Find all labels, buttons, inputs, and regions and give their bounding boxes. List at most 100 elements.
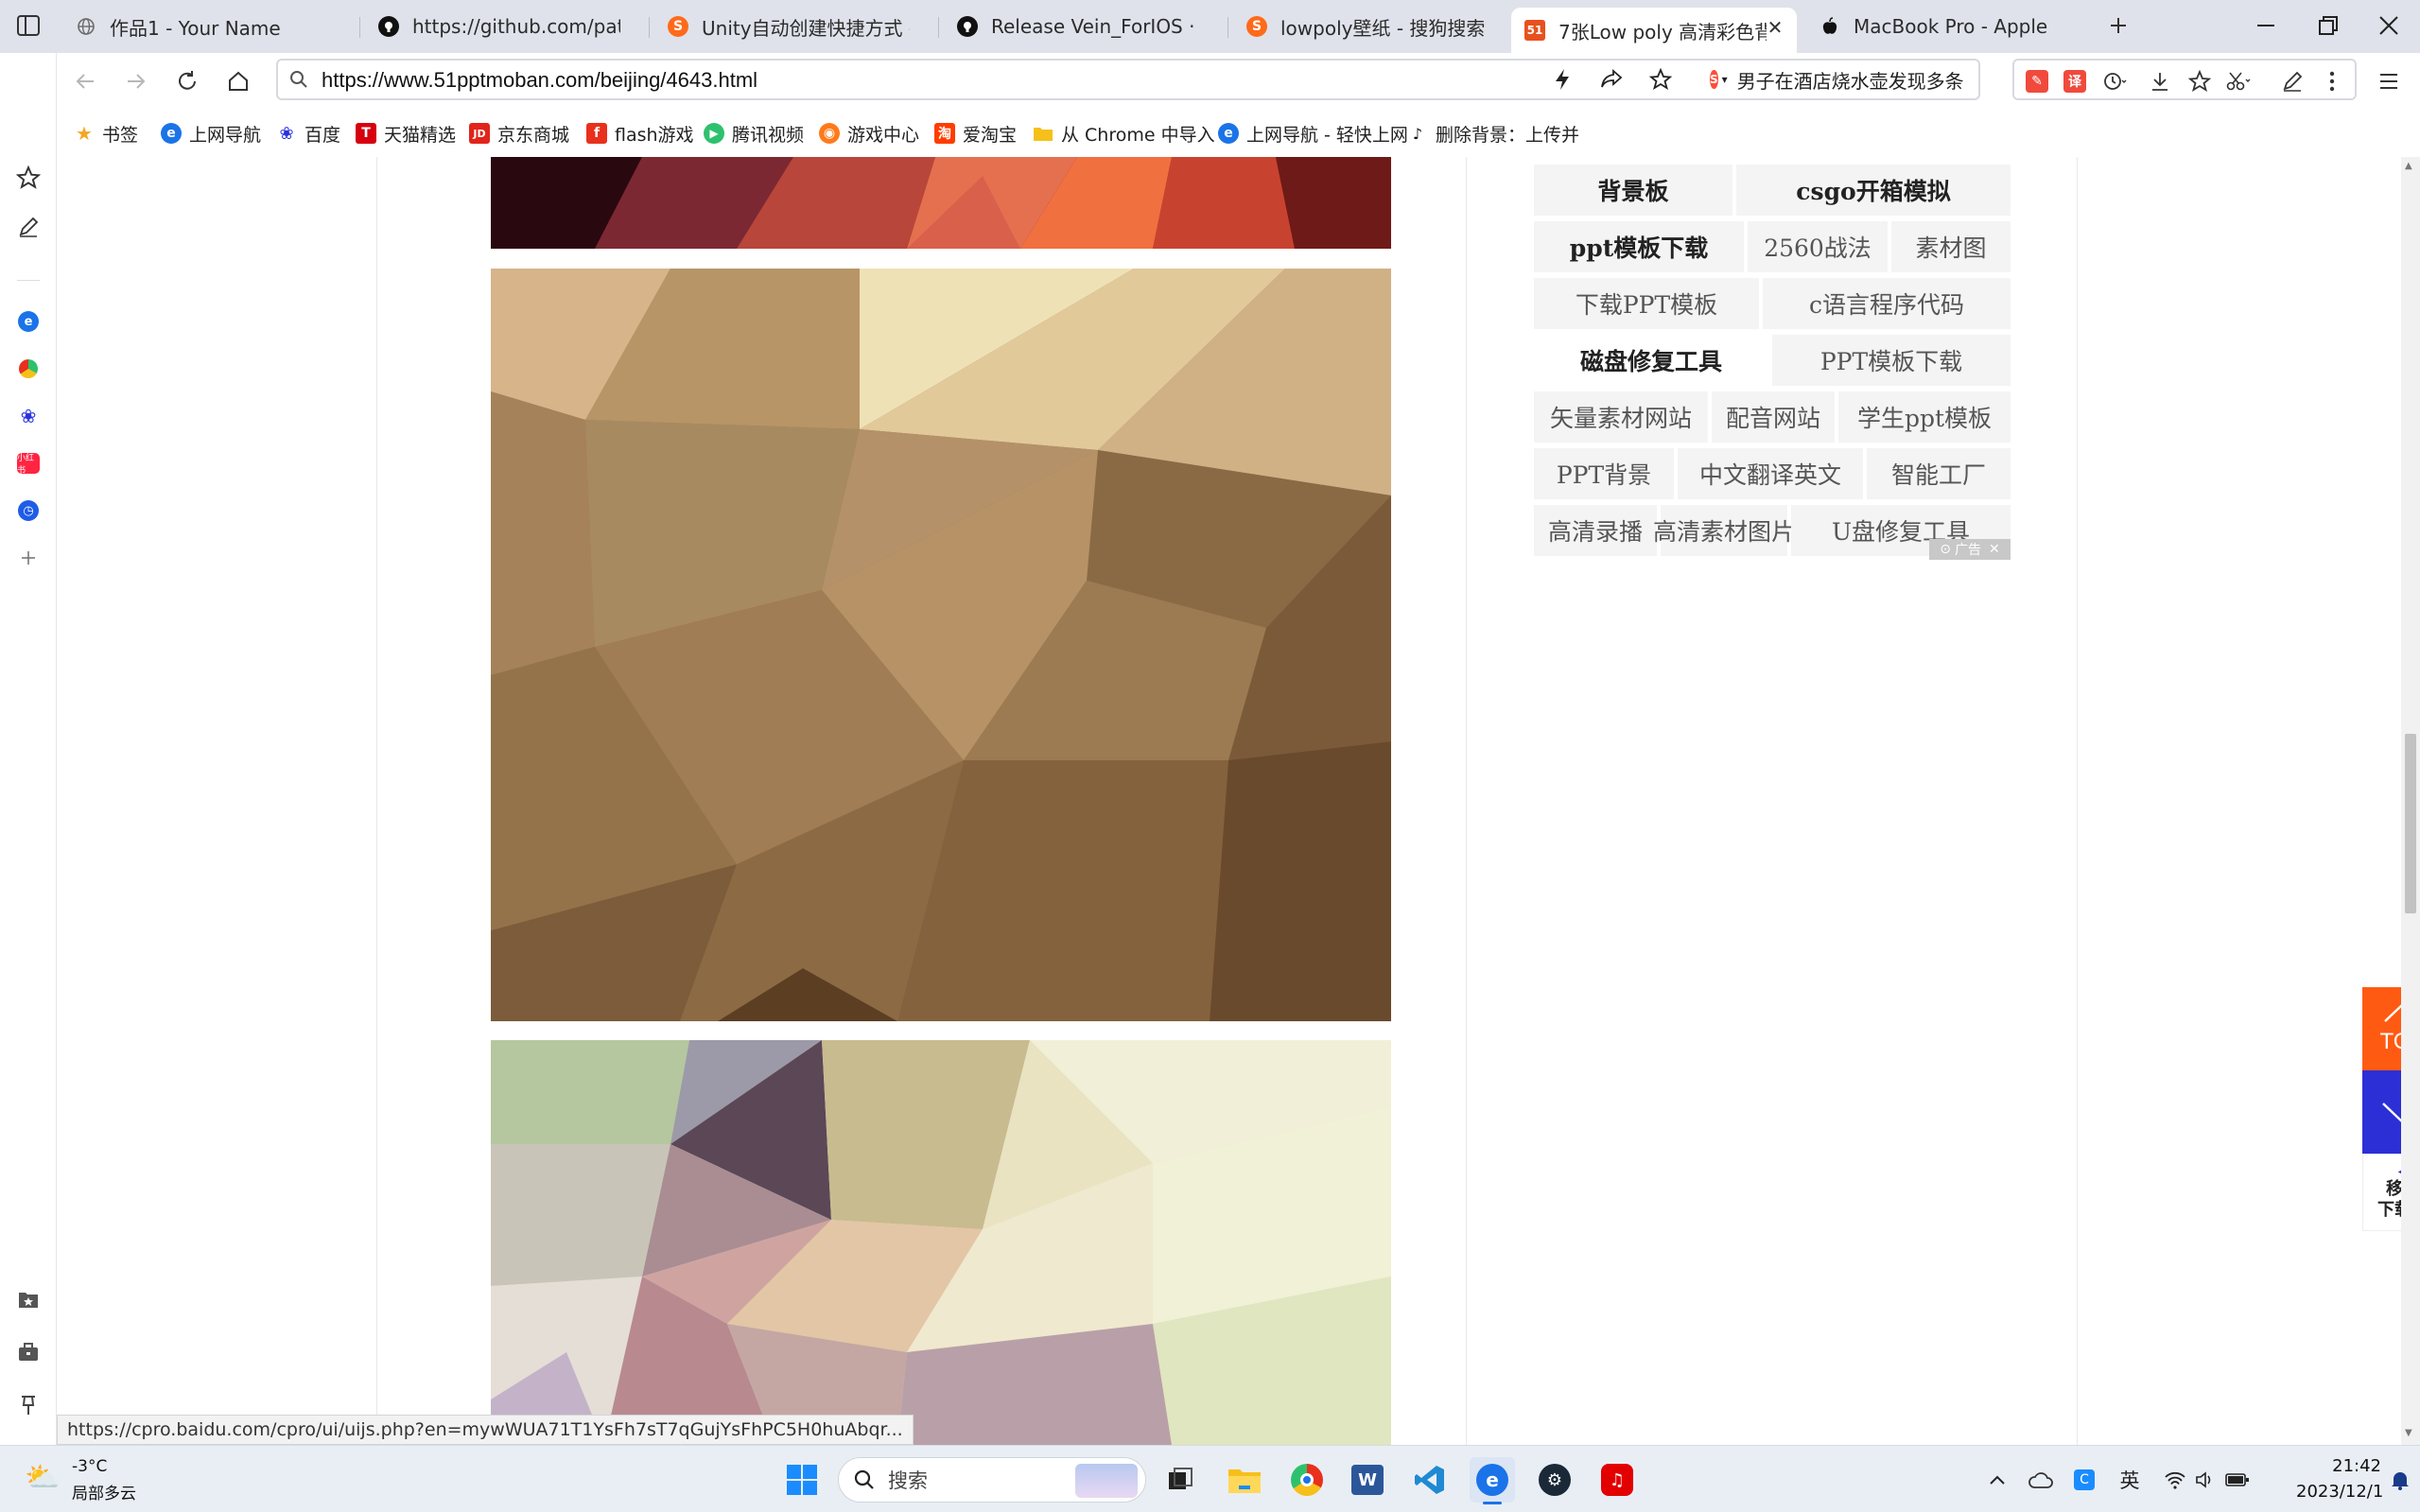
file-explorer-icon[interactable] [1222, 1457, 1267, 1503]
notification-bell-icon[interactable] [2387, 1467, 2413, 1493]
reload-icon[interactable] [168, 62, 206, 100]
translate-extension-icon[interactable]: 译 [2062, 68, 2088, 95]
close-icon[interactable]: ✕ [1765, 17, 1785, 38]
tag-link[interactable]: 高清录播 [1534, 505, 1657, 556]
download-icon[interactable] [2147, 68, 2173, 95]
bookmark-item[interactable]: ▶ 腾讯视频 [704, 119, 804, 148]
scroll-thumb[interactable] [2405, 734, 2416, 913]
taskbar-search-box[interactable]: 搜索 [838, 1457, 1146, 1503]
360-browser-icon[interactable]: e [13, 306, 44, 337]
system-clock[interactable]: 21:42 2023/12/1 [2296, 1453, 2383, 1504]
tag-link[interactable]: PPT模板下载 [1772, 335, 2011, 386]
url-text[interactable]: https://www.51pptmoban.com/beijing/4643.… [322, 68, 757, 93]
tag-link[interactable]: 素材图 [1891, 221, 2011, 272]
xiaohongshu-icon[interactable]: 小红书 [13, 448, 44, 478]
minimize-icon[interactable] [2247, 9, 2285, 42]
clock-icon[interactable]: ◷ [13, 495, 44, 526]
home-icon[interactable] [219, 62, 257, 100]
chrome-icon[interactable] [1284, 1457, 1330, 1503]
back-to-top-button[interactable]: TOP [2362, 987, 2401, 1070]
bookmark-item[interactable]: 淘 爱淘宝 [934, 119, 1017, 148]
scroll-down-arrow-icon[interactable]: ▼ [2405, 1428, 2412, 1438]
lowpoly-image-pastel[interactable] [491, 1040, 1391, 1445]
lowpoly-image-red[interactable] [491, 157, 1391, 249]
battery-icon[interactable] [2224, 1467, 2251, 1493]
history-icon[interactable] [2101, 68, 2128, 95]
tag-link[interactable]: 配音网站 [1712, 391, 1835, 443]
favorites-star-icon[interactable] [13, 163, 44, 193]
tag-link[interactable]: 智能工厂 [1867, 448, 2011, 499]
wifi-icon[interactable] [2162, 1467, 2188, 1493]
toolbox-icon[interactable] [13, 1337, 44, 1367]
sidebar-toggle-icon[interactable] [9, 9, 47, 42]
page-scrollbar[interactable]: ▲ ▼ [2401, 157, 2420, 1445]
bookmark-item[interactable]: e 上网导航 [161, 119, 261, 148]
tag-link[interactable]: 磁盘修复工具 [1534, 335, 1768, 386]
lightning-icon[interactable] [1553, 68, 1572, 91]
collections-icon[interactable] [13, 1284, 44, 1314]
tag-link[interactable]: 高清素材图片 [1653, 505, 1795, 556]
netease-music-icon[interactable]: ♫ [1594, 1457, 1640, 1503]
bookmark-item[interactable]: ♪ 删除背景：上传并 [1407, 119, 1634, 148]
360-browser-taskbar-icon[interactable]: e [1470, 1457, 1515, 1504]
tab-item[interactable]: S Unity自动创建快捷方式 - 搜 [654, 6, 923, 47]
address-bar[interactable]: https://www.51pptmoban.com/beijing/4643.… [276, 59, 1980, 100]
tab-item[interactable]: MacBook Pro - Apple [1806, 6, 2075, 47]
tag-link[interactable]: csgo开箱模拟 [1736, 165, 2011, 216]
pen-annotate-icon[interactable] [2279, 68, 2306, 95]
cloud-sync-icon[interactable] [2028, 1467, 2054, 1493]
tag-link[interactable]: 矢量素材网站 [1534, 391, 1708, 443]
chevron-up-icon[interactable] [1984, 1467, 2011, 1493]
screenshot-scissors-icon[interactable] [2226, 68, 2253, 95]
chrome-like-icon[interactable] [13, 354, 44, 384]
bookmark-item[interactable]: ★ 书签 [74, 119, 138, 148]
bookmark-item[interactable]: ◉ 游戏中心 [819, 119, 919, 148]
more-vertical-icon[interactable] [2319, 68, 2345, 95]
new-tab-plus-icon[interactable] [2099, 9, 2137, 42]
tag-link[interactable]: c语言程序代码 [1763, 278, 2011, 329]
hot-search-chip[interactable]: S ▾ 男子在酒店烧水壶发现多条 [1710, 64, 1963, 95]
close-window-icon[interactable] [2370, 9, 2408, 42]
back-arrow-icon[interactable] [66, 62, 104, 100]
bookmark-item[interactable]: ❀ 百度 [276, 119, 340, 148]
bookmark-item[interactable]: T 天猫精选 [356, 119, 456, 148]
tag-link[interactable]: 中文翻译英文 [1678, 448, 1863, 499]
speaker-icon[interactable] [2192, 1467, 2219, 1493]
share-icon[interactable] [1600, 68, 1623, 91]
add-plus-icon[interactable] [13, 543, 44, 573]
bookmark-star-icon[interactable] [1649, 68, 1672, 91]
scroll-down-button[interactable] [2362, 1070, 2401, 1154]
pin-icon[interactable] [13, 1390, 44, 1420]
tag-link[interactable]: ppt模板下载 [1534, 221, 1744, 272]
tag-link[interactable]: 背景板 [1534, 165, 1732, 216]
restore-icon[interactable] [2309, 9, 2347, 42]
close-icon[interactable]: ✕ [1989, 542, 2000, 557]
tag-link[interactable]: 2560战法 [1748, 221, 1888, 272]
tag-link[interactable]: 下载PPT模板 [1534, 278, 1759, 329]
pdf-extension-icon[interactable]: ✎ [2024, 68, 2050, 95]
steam-icon[interactable]: ⚙ [1532, 1457, 1577, 1503]
menu-hamburger-icon[interactable] [2370, 62, 2408, 100]
task-view-icon[interactable] [1158, 1457, 1203, 1503]
tag-link[interactable]: PPT背景 [1534, 448, 1674, 499]
windows-start-icon[interactable] [779, 1457, 825, 1503]
tab-item[interactable]: S lowpoly壁纸 - 搜狗搜索 [1233, 6, 1502, 47]
tab-item[interactable]: 作品1 - Your Name [62, 6, 346, 47]
ad-badge[interactable]: ⊙ 广告 ✕ [1929, 539, 2011, 560]
vscode-icon[interactable] [1407, 1457, 1453, 1503]
bookmark-item[interactable]: JD 京东商城 [469, 119, 569, 148]
ime-indicator[interactable]: 英 [2116, 1467, 2143, 1493]
tab-item[interactable]: https://github.com/path/to [365, 6, 634, 47]
favorites-star-icon[interactable] [2186, 68, 2213, 95]
goto-download-button[interactable]: ◀ 移至 下载位 [2362, 1154, 2401, 1231]
lowpoly-image-brown[interactable] [491, 269, 1391, 1021]
baidu-paw-icon[interactable]: ❀ [13, 401, 44, 431]
app-tray-icon[interactable]: C [2071, 1467, 2098, 1493]
notes-pen-icon[interactable] [13, 212, 44, 242]
weather-widget[interactable]: ⛅ -3°C 局部多云 [25, 1455, 176, 1504]
tab-item[interactable]: Release Vein_ForIOS · rest [944, 6, 1212, 47]
bookmark-item[interactable]: f flash游戏 [586, 119, 694, 148]
scroll-up-arrow-icon[interactable]: ▲ [2405, 161, 2412, 171]
tab-item-active[interactable]: 51 7张Low poly 高清彩色背 ✕ [1511, 8, 1797, 53]
word-icon[interactable]: W [1345, 1457, 1390, 1503]
